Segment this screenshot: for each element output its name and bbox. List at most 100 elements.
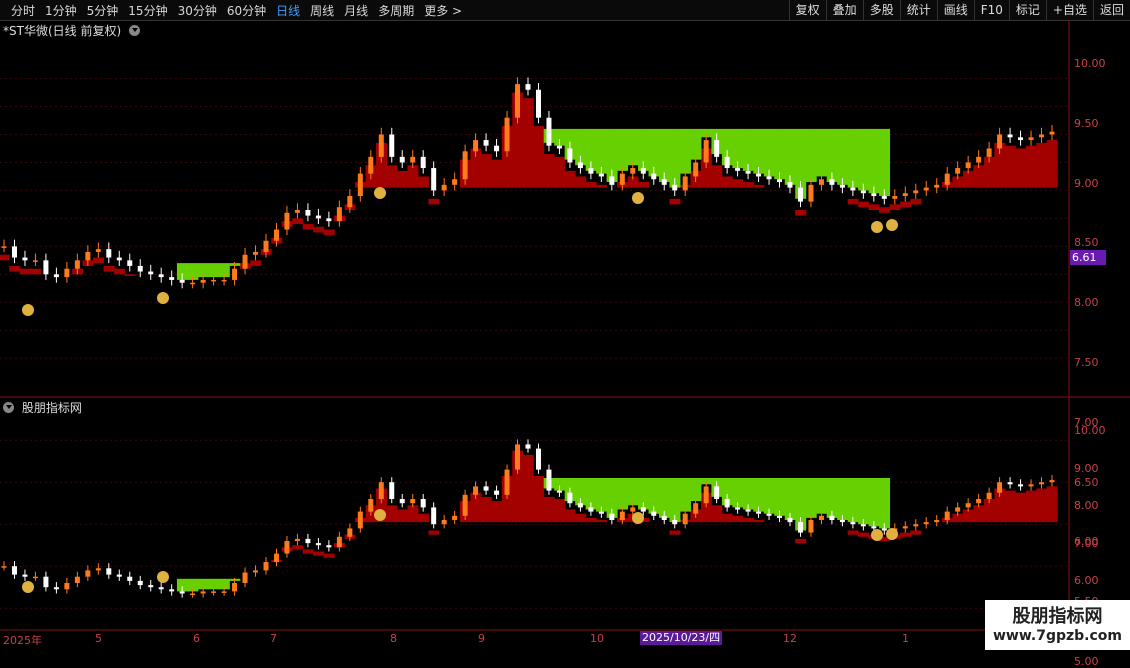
x-tick-label: 9 xyxy=(478,632,485,645)
tool-button[interactable]: 标记 xyxy=(1008,0,1046,20)
money-bag-icon xyxy=(886,219,898,231)
candle-body xyxy=(797,522,803,533)
support-band xyxy=(711,165,723,188)
candle-body xyxy=(808,184,814,202)
period-tab[interactable]: 多周期 xyxy=(373,2,419,19)
candle-body xyxy=(703,486,709,504)
candle-body xyxy=(986,492,992,499)
period-tab[interactable]: 15分钟 xyxy=(123,2,172,19)
period-tab[interactable]: 日线 xyxy=(271,2,305,19)
candle-body xyxy=(577,503,583,508)
candle-body xyxy=(818,179,824,185)
support-band xyxy=(417,513,429,523)
candle-body xyxy=(892,196,898,199)
resistance-band xyxy=(617,478,629,510)
candle-body xyxy=(777,179,783,183)
candle-body xyxy=(85,251,91,261)
support-band xyxy=(302,223,314,230)
support-band xyxy=(732,179,744,188)
support-band xyxy=(491,501,503,523)
candle-body xyxy=(756,511,762,514)
period-tab[interactable]: 30分钟 xyxy=(173,2,222,19)
candle-body xyxy=(871,526,877,529)
resistance-band xyxy=(879,478,891,529)
period-tab[interactable]: 分时 xyxy=(6,2,40,19)
money-bag-icon xyxy=(22,581,34,593)
candle-body xyxy=(661,179,667,185)
dropdown-icon[interactable] xyxy=(3,402,14,413)
y-tick-label: 7.00 xyxy=(1074,536,1099,550)
candle-body xyxy=(515,444,521,470)
tool-button[interactable]: 画线 xyxy=(936,0,974,20)
candle-body xyxy=(630,168,636,174)
support-band xyxy=(585,182,597,188)
support-band xyxy=(879,207,891,213)
tool-button[interactable]: 返回 xyxy=(1092,0,1130,20)
candle-body xyxy=(232,268,238,280)
tool-button[interactable]: 叠加 xyxy=(825,0,863,20)
candle-body xyxy=(452,179,458,185)
candle-body xyxy=(347,196,353,208)
period-tab[interactable]: 周线 xyxy=(305,2,339,19)
resistance-band xyxy=(679,478,691,512)
candle-body xyxy=(588,168,594,174)
support-band xyxy=(313,226,325,233)
candle-body xyxy=(483,486,489,491)
y-tick-label: 6.50 xyxy=(1074,475,1099,489)
support-band xyxy=(323,229,335,236)
period-tab[interactable]: 60分钟 xyxy=(222,2,271,19)
candle-body xyxy=(357,511,363,529)
candle-body xyxy=(808,520,814,533)
support-band xyxy=(564,509,576,523)
candle-body xyxy=(399,156,405,163)
candle-body xyxy=(242,572,248,583)
support-band xyxy=(795,210,807,216)
candle-body xyxy=(232,583,238,592)
tool-button[interactable]: +自选 xyxy=(1045,0,1093,20)
candle-body xyxy=(106,249,112,258)
support-band xyxy=(323,553,335,558)
candle-body xyxy=(1049,131,1055,135)
candle-body xyxy=(556,145,562,149)
candle-body xyxy=(902,193,908,197)
watermark-url: www.7gpzb.com xyxy=(992,628,1122,644)
candle-body xyxy=(661,515,667,520)
money-bag-icon xyxy=(374,187,386,199)
candle-body xyxy=(85,570,91,577)
y-tick-label: 9.00 xyxy=(1074,176,1099,190)
support-band xyxy=(292,218,304,224)
support-band xyxy=(302,549,314,554)
support-band xyxy=(585,517,597,523)
candle-body xyxy=(431,168,437,191)
candle-body xyxy=(619,511,625,520)
tool-button[interactable]: 统计 xyxy=(899,0,937,20)
candle-body xyxy=(923,522,929,525)
resistance-band xyxy=(763,128,775,177)
candle-body xyxy=(672,184,678,191)
candle-body xyxy=(598,511,604,514)
candle-body xyxy=(22,574,28,577)
candle-body xyxy=(1018,484,1024,487)
tool-button[interactable]: F10 xyxy=(973,0,1009,20)
support-band xyxy=(721,176,733,188)
period-tab[interactable]: 5分钟 xyxy=(82,2,124,19)
support-band xyxy=(417,176,429,188)
candle-body xyxy=(535,448,541,470)
candle-body xyxy=(1007,134,1013,138)
dropdown-icon[interactable] xyxy=(128,25,140,36)
period-tab[interactable]: 1分钟 xyxy=(40,2,82,19)
candle-body xyxy=(64,268,70,278)
kline-chart[interactable] xyxy=(0,20,1130,650)
candle-body xyxy=(714,140,720,157)
tool-button[interactable]: 多股 xyxy=(862,0,900,20)
period-tab[interactable]: 月线 xyxy=(339,2,373,19)
candle-body xyxy=(179,591,185,594)
tool-button[interactable]: 复权 xyxy=(788,0,826,20)
period-tab[interactable]: 更多 > xyxy=(419,2,467,19)
candle-body xyxy=(839,520,845,523)
resistance-band xyxy=(690,128,702,160)
candle-body xyxy=(860,524,866,527)
candle-body xyxy=(284,541,290,554)
candle-body xyxy=(148,585,154,588)
candle-body xyxy=(127,576,133,581)
